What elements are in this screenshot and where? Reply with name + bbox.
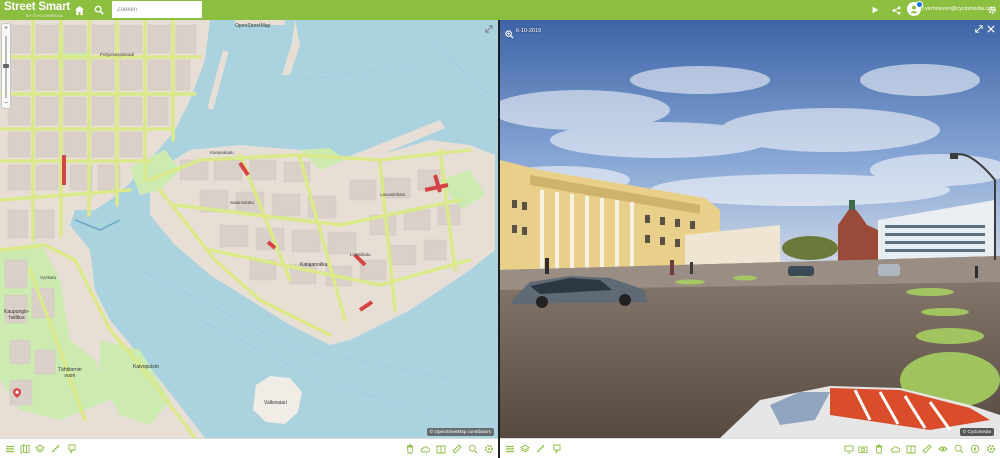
cloud-icon[interactable] [889,443,900,454]
panorama-toolbar [500,438,1000,458]
map-icon[interactable] [19,443,30,454]
bin-icon[interactable] [873,443,884,454]
street-label-1: Kanavakatu [210,150,234,155]
panorama-view[interactable] [500,20,1000,438]
panorama-panel[interactable]: 6-10-2019 © Cyclomedia [500,20,1000,438]
camera-icon[interactable] [857,443,868,454]
ruler-icon[interactable] [451,443,462,454]
eye-icon[interactable] [937,443,948,454]
top-bar: Street Smart BY CYCLOMEDIA f.verhoeven@c… [0,0,1000,20]
book-icon[interactable] [905,443,916,454]
street-label-0: Pohjoisesplanadi [100,52,135,57]
map-toolbar [0,438,498,458]
cloud-icon[interactable] [419,443,430,454]
capture-date: 6-10-2019 [516,28,542,34]
street-label-3: Laivastokatu [380,192,406,197]
map-label-site: Kaivopuisto [133,364,159,370]
map-label-district: Katajanokka [300,262,328,268]
book-icon[interactable] [435,443,446,454]
bin-icon[interactable] [404,443,415,454]
zoom-out-button[interactable]: − [2,100,10,108]
street-label-2: Satamakatu [230,200,255,205]
home-icon[interactable] [71,2,87,18]
ruler-icon[interactable] [921,443,932,454]
menu-icon[interactable] [4,443,15,454]
menu-icon[interactable] [504,443,515,454]
settings-icon[interactable] [985,443,996,454]
search-icon[interactable] [91,2,107,18]
measure-icon[interactable] [535,443,546,454]
screen-icon[interactable] [843,443,854,454]
expand-icon[interactable] [974,24,984,34]
settings-icon[interactable] [483,443,494,454]
zoom-in-icon[interactable] [953,443,964,454]
zoom-in-button[interactable]: + [2,25,10,33]
layers-icon[interactable] [519,443,530,454]
map-pin-icon[interactable] [13,388,21,398]
play-icon[interactable] [867,2,883,18]
logo-subtitle: BY CYCLOMEDIA [26,13,63,18]
settings-icon[interactable] [984,2,1000,18]
close-icon[interactable] [986,24,996,34]
street-label-4: Luotsikatu [350,252,371,257]
map-label-top-pier: OpenStreetMap [235,23,271,29]
map-label-pin: Kaupungin- hallitus [4,309,30,321]
zoom-handle[interactable] [3,64,9,68]
map-panel[interactable]: + − OpenStreetMap Valkosaari Tähtitornin… [0,20,498,438]
street-label-5: Vyökatu [40,275,57,280]
street-smart-logo[interactable]: Street Smart BY CYCLOMEDIA [4,1,70,19]
marker-icon[interactable] [66,443,77,454]
share-icon[interactable] [888,2,904,18]
compass-icon[interactable] [969,443,980,454]
zoom-slider[interactable]: + − [1,23,11,109]
zoom-icon[interactable] [505,26,514,39]
map-label-island: Valkosaari [264,400,287,406]
map-expand-icon[interactable] [484,24,494,34]
measure-icon[interactable] [50,443,61,454]
search-input[interactable] [112,1,202,18]
layers-icon[interactable] [34,443,45,454]
map-attribution[interactable]: © OpenStreetMap contributors [426,428,494,436]
marker-icon[interactable] [551,443,562,454]
zoom-in-icon[interactable] [467,443,478,454]
map-label-park: Tähtitornin vuori [58,367,82,379]
panorama-attribution[interactable]: © Cyclomedia [959,428,994,436]
